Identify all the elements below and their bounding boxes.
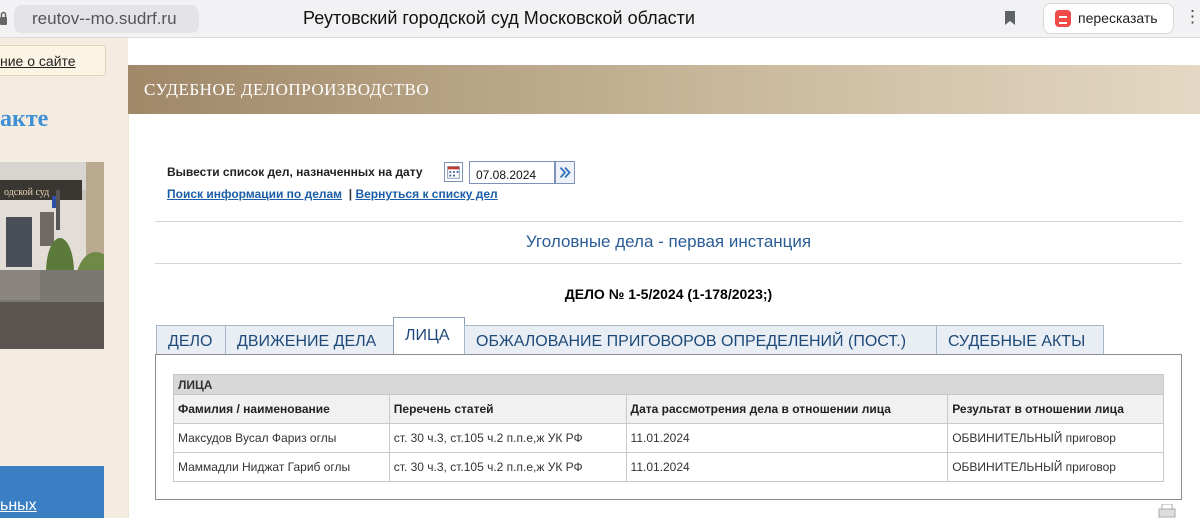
page-title: Реутовский городской суд Московской обла… [303, 8, 695, 28]
calendar-icon[interactable] [444, 162, 463, 182]
bookmark-icon[interactable] [1004, 10, 1016, 26]
tab-litsa[interactable]: ЛИЦА [393, 317, 465, 355]
retell-label: пересказать [1078, 10, 1158, 26]
divider-top [155, 221, 1182, 222]
divider-bottom [155, 263, 1182, 264]
tab-obzhalovanie[interactable]: ОБЖАЛОВАНИЕ ПРИГОВОРОВ ОПРЕДЕЛЕНИЙ (ПОСТ… [464, 325, 937, 355]
table-header-row: Фамилия / наименование Перечень статей Д… [173, 394, 1164, 424]
back-to-list-link[interactable]: Вернуться к списку дел [355, 187, 497, 201]
url-text[interactable]: reutov--mo.sudrf.ru [32, 9, 177, 29]
links-separator: | [348, 187, 353, 201]
result-cell: ОБВИНИТЕЛЬНЫЙ приговор [947, 423, 1164, 453]
table-row: Маммадли Ниджат Гариб оглы ст. 30 ч.3, с… [173, 452, 1164, 482]
submit-date-icon[interactable] [555, 161, 575, 184]
column-header: Фамилия / наименование [173, 394, 390, 424]
sidebar-blue-link[interactable]: ьных [0, 497, 37, 515]
date-input[interactable] [469, 161, 555, 184]
section-title: Уголовные дела - первая инстанция [525, 232, 812, 251]
date-cell: 11.01.2024 [625, 452, 949, 482]
person-name-cell: Максудов Вусал Фариз оглы [173, 423, 390, 453]
column-header: Дата рассмотрения дела в отношении лица [625, 394, 949, 424]
print-icon[interactable] [1158, 504, 1176, 518]
about-site-link[interactable]: ние о сайте [0, 53, 76, 69]
search-cases-link[interactable]: Поиск информации по делам [167, 187, 342, 201]
table-row: Максудов Вусал Фариз оглы ст. 30 ч.3, ст… [173, 423, 1164, 453]
more-menu-icon[interactable]: ⋮ [1184, 8, 1200, 26]
svg-text:одской суд: одской суд [4, 187, 49, 198]
tab-delo[interactable]: ДЕЛО [156, 325, 226, 355]
retell-button[interactable]: пересказать [1043, 3, 1174, 34]
person-name-cell: Маммадли Ниджат Гариб оглы [173, 452, 390, 482]
court-building-photo: одской суд [0, 162, 104, 349]
result-cell: ОБВИНИТЕЛЬНЫЙ приговор [947, 452, 1164, 482]
tab-dvizhenie-dela[interactable]: ДВИЖЕНИЕ ДЕЛА [225, 325, 394, 355]
retell-icon [1055, 10, 1071, 27]
lock-icon[interactable] [0, 11, 8, 25]
case-title: ДЕЛО № 1-5/2024 (1-178/2023;) [564, 286, 773, 302]
column-header: Результат в отношении лица [947, 394, 1164, 424]
date-cell: 11.01.2024 [625, 423, 949, 453]
articles-cell: ст. 30 ч.3, ст.105 ч.2 п.п.е,ж УК РФ [388, 423, 627, 453]
articles-cell: ст. 30 ч.3, ст.105 ч.2 п.п.е,ж УК РФ [388, 452, 627, 482]
vk-heading: акте [0, 106, 49, 132]
section-header-title: СУДЕБНОЕ ДЕЛОПРОИЗВОДСТВО [144, 80, 430, 99]
persons-table: ЛИЦА Фамилия / наименование Перечень ста… [173, 374, 1164, 482]
table-caption-row: ЛИЦА [173, 374, 1164, 395]
tab-sudebnye-akty[interactable]: СУДЕБНЫЕ АКТЫ [936, 325, 1104, 355]
column-header: Перечень статей [388, 394, 627, 424]
date-filter-label: Вывести список дел, назначенных на дату [167, 165, 423, 179]
table-caption: ЛИЦА [173, 374, 1164, 395]
filter-links: Поиск информации по делам | Вернуться к … [167, 187, 498, 201]
